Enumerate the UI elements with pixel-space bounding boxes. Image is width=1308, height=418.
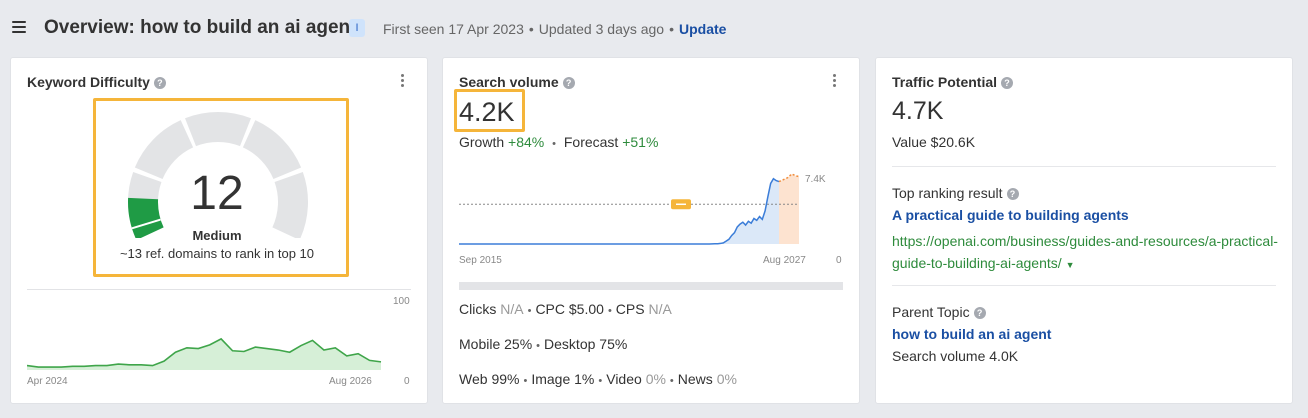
x-axis-end: Aug 2027 (763, 255, 806, 266)
traffic-potential-value: 4.7K (892, 97, 944, 125)
chart-scroll-bar[interactable] (459, 282, 843, 290)
more-options-icon[interactable] (833, 74, 837, 90)
y-axis-min: 0 (404, 376, 410, 387)
metrics-row-serp-types: Web 99% • Image 1% • Video 0% • News 0% (459, 371, 737, 387)
parent-topic-label: Parent Topic? (892, 304, 986, 320)
help-icon[interactable]: ? (973, 307, 986, 319)
card-title: Traffic Potential? (892, 74, 1014, 90)
dropdown-caret-icon[interactable]: ▼ (1066, 260, 1075, 270)
help-icon[interactable]: ? (1006, 188, 1019, 200)
growth-row: Growth +84% • Forecast +51% (459, 134, 659, 150)
help-icon[interactable]: ? (153, 77, 166, 89)
difficulty-area (27, 338, 381, 370)
page-title: Overview: how to build an ai agent (44, 17, 357, 38)
traffic-value: Value $20.6K (892, 134, 976, 150)
gauge-segment (185, 111, 251, 147)
y-axis-max: 7.4K (805, 174, 826, 185)
search-volume-value: 4.2K (459, 97, 515, 127)
card-title: Keyword Difficulty? (27, 74, 166, 90)
top-ranking-title-link[interactable]: A practical guide to building agents (892, 207, 1129, 223)
search-volume-chart (459, 173, 799, 245)
card-title: Search volume? (459, 74, 575, 90)
forecast-value: +51% (622, 134, 659, 150)
header-meta: First seen 17 Apr 2023 • Updated 3 days ag… (383, 21, 727, 37)
top-ranking-url[interactable]: https://openai.com/business/guides-and-r… (892, 230, 1284, 276)
x-axis-start: Sep 2015 (459, 255, 502, 266)
difficulty-level: Medium (192, 228, 242, 243)
x-axis-end: Aug 2026 (329, 376, 372, 387)
traffic-potential-card: Traffic Potential? 4.7K Value $20.6K Top… (875, 57, 1293, 404)
top-ranking-label: Top ranking result? (892, 185, 1019, 201)
y-axis-max: 100 (393, 296, 410, 307)
x-axis-start: Apr 2024 (27, 376, 68, 387)
difficulty-history-chart (27, 337, 382, 370)
metrics-row-devices: Mobile 25% • Desktop 75% (459, 336, 628, 352)
page-header: Overview: how to build an ai agent I Fir… (0, 0, 1308, 58)
difficulty-description: ~13 ref. domains to rank in top 10 (119, 246, 315, 261)
metrics-row-clicks: Clicks N/A • CPC $5.00 • CPS N/A (459, 301, 672, 317)
intent-badge[interactable]: I (349, 19, 365, 37)
history-line (459, 177, 780, 245)
growth-value: +84% (508, 134, 545, 150)
history-area (459, 178, 779, 244)
update-link[interactable]: Update (679, 21, 726, 37)
y-axis-min: 0 (836, 255, 842, 266)
help-icon[interactable]: ? (1001, 77, 1014, 89)
keyword-difficulty-card: Keyword Difficulty? 12 Medium ~13 ref. d… (10, 57, 428, 404)
difficulty-score: 12 (190, 167, 244, 220)
parent-topic-volume: Search volume 4.0K (892, 348, 1019, 364)
help-icon[interactable]: ? (562, 77, 575, 89)
updated-text: Updated 3 days ago (538, 21, 665, 37)
forecast-area (779, 174, 799, 244)
parent-topic-link[interactable]: how to build an ai agent (892, 326, 1051, 342)
more-options-icon[interactable] (401, 74, 405, 90)
first-seen-text: First seen 17 Apr 2023 (383, 21, 524, 37)
search-volume-card: Search volume? 4.2K Growth +84% • Foreca… (442, 57, 860, 404)
menu-icon[interactable] (12, 21, 26, 33)
